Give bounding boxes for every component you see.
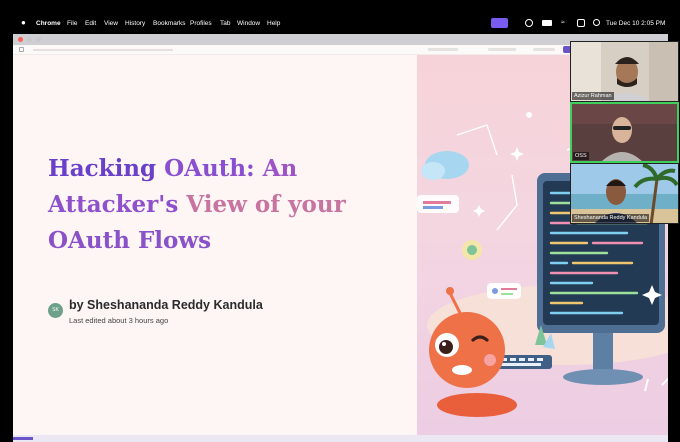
close-window-button[interactable] bbox=[18, 37, 23, 42]
participant-tile-1[interactable]: Azizur Rahman bbox=[570, 41, 679, 102]
participant-tile-3[interactable]: Sheshananda Reddy Kandula bbox=[570, 163, 679, 224]
title-word-oauth: OAuth: bbox=[164, 155, 255, 182]
menu-profiles[interactable]: Profiles bbox=[190, 20, 212, 27]
progress-fill bbox=[13, 437, 33, 440]
battery-icon[interactable] bbox=[542, 20, 552, 26]
menu-clock: Tue Dec 10 2:05 PM bbox=[606, 20, 666, 27]
title-word-attackers: Attacker's bbox=[48, 191, 179, 218]
screen-share-icon[interactable] bbox=[491, 18, 508, 28]
title-word-hacking: Hacking bbox=[48, 155, 157, 182]
participant-name-1: Azizur Rahman bbox=[572, 92, 614, 100]
menu-bookmarks[interactable]: Bookmarks bbox=[153, 20, 186, 27]
menu-history[interactable]: History bbox=[125, 20, 145, 27]
slide-title: Hacking OAuth: An Attacker's View of you… bbox=[48, 151, 368, 259]
menu-help[interactable]: Help bbox=[267, 20, 280, 27]
author-avatar: SK bbox=[48, 303, 63, 318]
menu-file[interactable]: File bbox=[67, 20, 77, 27]
faded-breadcrumb bbox=[33, 49, 173, 51]
minimize-window-button[interactable] bbox=[27, 37, 32, 42]
wifi-icon[interactable]: ≈ bbox=[561, 19, 565, 26]
control-center-icon[interactable] bbox=[577, 19, 585, 27]
slide-title-line-3: OAuth Flows bbox=[48, 227, 212, 254]
menu-bar: ● Chrome File Edit View History Bookmark… bbox=[0, 0, 680, 34]
author-name: by Sheshananda Reddy Kandula bbox=[69, 298, 263, 312]
menu-app-name[interactable]: Chrome bbox=[36, 20, 61, 27]
title-word-view: View of your bbox=[186, 191, 346, 218]
toolbar-control-3[interactable] bbox=[533, 48, 555, 51]
apple-icon[interactable]: ● bbox=[21, 18, 26, 27]
record-icon[interactable] bbox=[525, 19, 533, 27]
slide-title-line-2: Attacker's View of your bbox=[48, 187, 368, 223]
menu-edit[interactable]: Edit bbox=[85, 20, 96, 27]
page-icon[interactable] bbox=[19, 47, 24, 52]
presentation-progress bbox=[13, 435, 668, 442]
menu-view[interactable]: View bbox=[104, 20, 118, 27]
menu-tab[interactable]: Tab bbox=[220, 20, 230, 27]
participant-name-2: OSS bbox=[573, 152, 589, 160]
zoom-window-button[interactable] bbox=[36, 37, 41, 42]
toolbar-control-2[interactable] bbox=[488, 48, 516, 51]
slide-panel: Hacking OAuth: An Attacker's View of you… bbox=[13, 55, 417, 435]
participant-name-3: Sheshananda Reddy Kandula bbox=[572, 214, 650, 222]
toolbar-control[interactable] bbox=[428, 48, 458, 51]
menu-window[interactable]: Window bbox=[237, 20, 260, 27]
user-icon[interactable] bbox=[593, 19, 600, 26]
last-edited: Last edited about 3 hours ago bbox=[69, 316, 169, 325]
title-word-an: An bbox=[262, 155, 298, 182]
slide-title-line-1: Hacking OAuth: An bbox=[48, 151, 368, 187]
participant-tile-2[interactable]: OSS bbox=[570, 102, 679, 163]
